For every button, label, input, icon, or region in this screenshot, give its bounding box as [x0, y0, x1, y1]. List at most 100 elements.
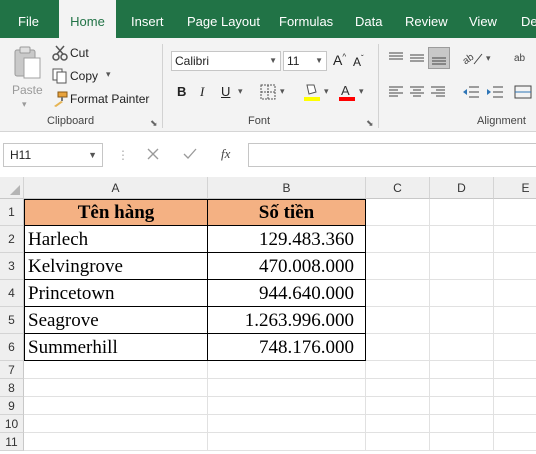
- format-painter-icon[interactable]: [52, 91, 68, 112]
- underline-button[interactable]: U: [221, 84, 230, 99]
- grid-cell[interactable]: [430, 334, 494, 361]
- table-cell-amount[interactable]: 470.008.000: [207, 252, 366, 280]
- copy-dropdown-icon[interactable]: ▾: [106, 69, 111, 80]
- tab-formulas[interactable]: Formulas: [279, 0, 333, 38]
- table-cell-name[interactable]: Summerhill: [24, 333, 208, 361]
- column-header-e[interactable]: E: [494, 177, 536, 199]
- font-size-select[interactable]: 11 ▼: [283, 51, 327, 71]
- orientation-dropdown-icon[interactable]: ▾: [486, 53, 491, 64]
- grid-cell[interactable]: [366, 397, 430, 415]
- formula-input[interactable]: [248, 143, 536, 167]
- format-painter-button[interactable]: Format Painter: [70, 92, 149, 106]
- grid-cell[interactable]: [208, 361, 366, 379]
- grid-cell[interactable]: [208, 433, 366, 451]
- grid-cell[interactable]: [494, 379, 536, 397]
- grid-cell[interactable]: [366, 415, 430, 433]
- grid-cell[interactable]: [366, 307, 430, 334]
- column-header-c[interactable]: C: [366, 177, 430, 199]
- grid-cell[interactable]: [430, 226, 494, 253]
- grid-cell[interactable]: [430, 415, 494, 433]
- clipboard-launcher-icon[interactable]: ⬊: [150, 118, 158, 129]
- underline-dropdown-icon[interactable]: ▾: [238, 86, 243, 97]
- grid-cell[interactable]: [24, 397, 208, 415]
- font-color-dropdown-icon[interactable]: ▾: [359, 86, 364, 97]
- italic-button[interactable]: I: [200, 84, 204, 100]
- name-box[interactable]: H11 ▼: [3, 143, 103, 167]
- grid-cell[interactable]: [494, 334, 536, 361]
- align-right-icon[interactable]: [430, 84, 446, 105]
- copy-icon[interactable]: [52, 68, 68, 89]
- row-header[interactable]: 2: [0, 226, 24, 253]
- grid-cell[interactable]: [208, 379, 366, 397]
- font-name-select[interactable]: Calibri ▼: [171, 51, 281, 71]
- tab-view[interactable]: View: [469, 0, 497, 38]
- tab-page-layout[interactable]: Page Layout: [187, 0, 260, 38]
- row-header[interactable]: 9: [0, 397, 24, 415]
- grid-cell[interactable]: [366, 379, 430, 397]
- grid-cell[interactable]: [366, 280, 430, 307]
- cancel-entry-icon[interactable]: [146, 147, 160, 166]
- decrease-indent-icon[interactable]: [462, 84, 480, 105]
- row-header[interactable]: 8: [0, 379, 24, 397]
- column-header-d[interactable]: D: [430, 177, 494, 199]
- grid-cell[interactable]: [430, 433, 494, 451]
- table-header-name[interactable]: Tên hàng: [24, 199, 208, 226]
- row-header[interactable]: 3: [0, 253, 24, 280]
- bold-button[interactable]: B: [177, 84, 186, 99]
- grid-cell[interactable]: [366, 433, 430, 451]
- align-middle-icon[interactable]: [409, 50, 425, 71]
- increase-indent-icon[interactable]: [486, 84, 504, 105]
- grid-cell[interactable]: [430, 307, 494, 334]
- fill-color-dropdown-icon[interactable]: ▾: [324, 86, 329, 97]
- borders-icon[interactable]: [260, 84, 276, 105]
- column-header-b[interactable]: B: [208, 177, 366, 199]
- grid-cell[interactable]: [494, 280, 536, 307]
- align-bottom-icon[interactable]: [428, 47, 450, 69]
- grid-cell[interactable]: [24, 433, 208, 451]
- wrap-text-icon[interactable]: ab: [512, 50, 532, 71]
- grid-cell[interactable]: [430, 397, 494, 415]
- row-header[interactable]: 11: [0, 433, 24, 451]
- row-header[interactable]: 4: [0, 280, 24, 307]
- chevron-down-icon[interactable]: ▼: [88, 144, 97, 166]
- grid-cell[interactable]: [208, 397, 366, 415]
- table-cell-amount[interactable]: 944.640.000: [207, 279, 366, 307]
- tab-file[interactable]: File: [18, 0, 39, 38]
- align-center-icon[interactable]: [409, 84, 425, 105]
- grid-cell[interactable]: [494, 226, 536, 253]
- select-all-corner[interactable]: [0, 177, 24, 199]
- grid-cell[interactable]: [24, 415, 208, 433]
- tab-review[interactable]: Review: [405, 0, 448, 38]
- table-cell-amount[interactable]: 748.176.000: [207, 333, 366, 361]
- tab-data[interactable]: Data: [355, 0, 382, 38]
- tab-developer[interactable]: De: [521, 0, 536, 38]
- grid-cell[interactable]: [430, 199, 494, 226]
- fill-color-icon[interactable]: [303, 82, 321, 107]
- table-cell-amount[interactable]: 129.483.360: [207, 225, 366, 253]
- confirm-entry-icon[interactable]: [182, 147, 198, 166]
- grid-cell[interactable]: [366, 226, 430, 253]
- grid-cell[interactable]: [24, 379, 208, 397]
- grid-cell[interactable]: [366, 199, 430, 226]
- borders-dropdown-icon[interactable]: ▾: [280, 86, 285, 97]
- decrease-font-icon[interactable]: Aˇ: [353, 54, 364, 69]
- grid-cell[interactable]: [494, 433, 536, 451]
- table-cell-name[interactable]: Seagrove: [24, 306, 208, 334]
- grid-cell[interactable]: [494, 415, 536, 433]
- grid-cell[interactable]: [494, 253, 536, 280]
- row-header[interactable]: 6: [0, 334, 24, 361]
- grid-cell[interactable]: [430, 379, 494, 397]
- grid-cell[interactable]: [430, 253, 494, 280]
- insert-function-button[interactable]: fx: [221, 146, 230, 162]
- orientation-icon[interactable]: ab: [461, 50, 484, 71]
- grid-cell[interactable]: [366, 334, 430, 361]
- cut-icon[interactable]: [52, 45, 68, 66]
- tab-insert[interactable]: Insert: [131, 0, 164, 38]
- grid-cell[interactable]: [24, 361, 208, 379]
- cut-button[interactable]: Cut: [70, 46, 89, 60]
- align-left-icon[interactable]: [388, 84, 404, 105]
- tab-home[interactable]: Home: [59, 0, 116, 38]
- align-top-icon[interactable]: [388, 50, 404, 71]
- increase-font-icon[interactable]: A^: [333, 52, 346, 68]
- grid-cell[interactable]: [494, 397, 536, 415]
